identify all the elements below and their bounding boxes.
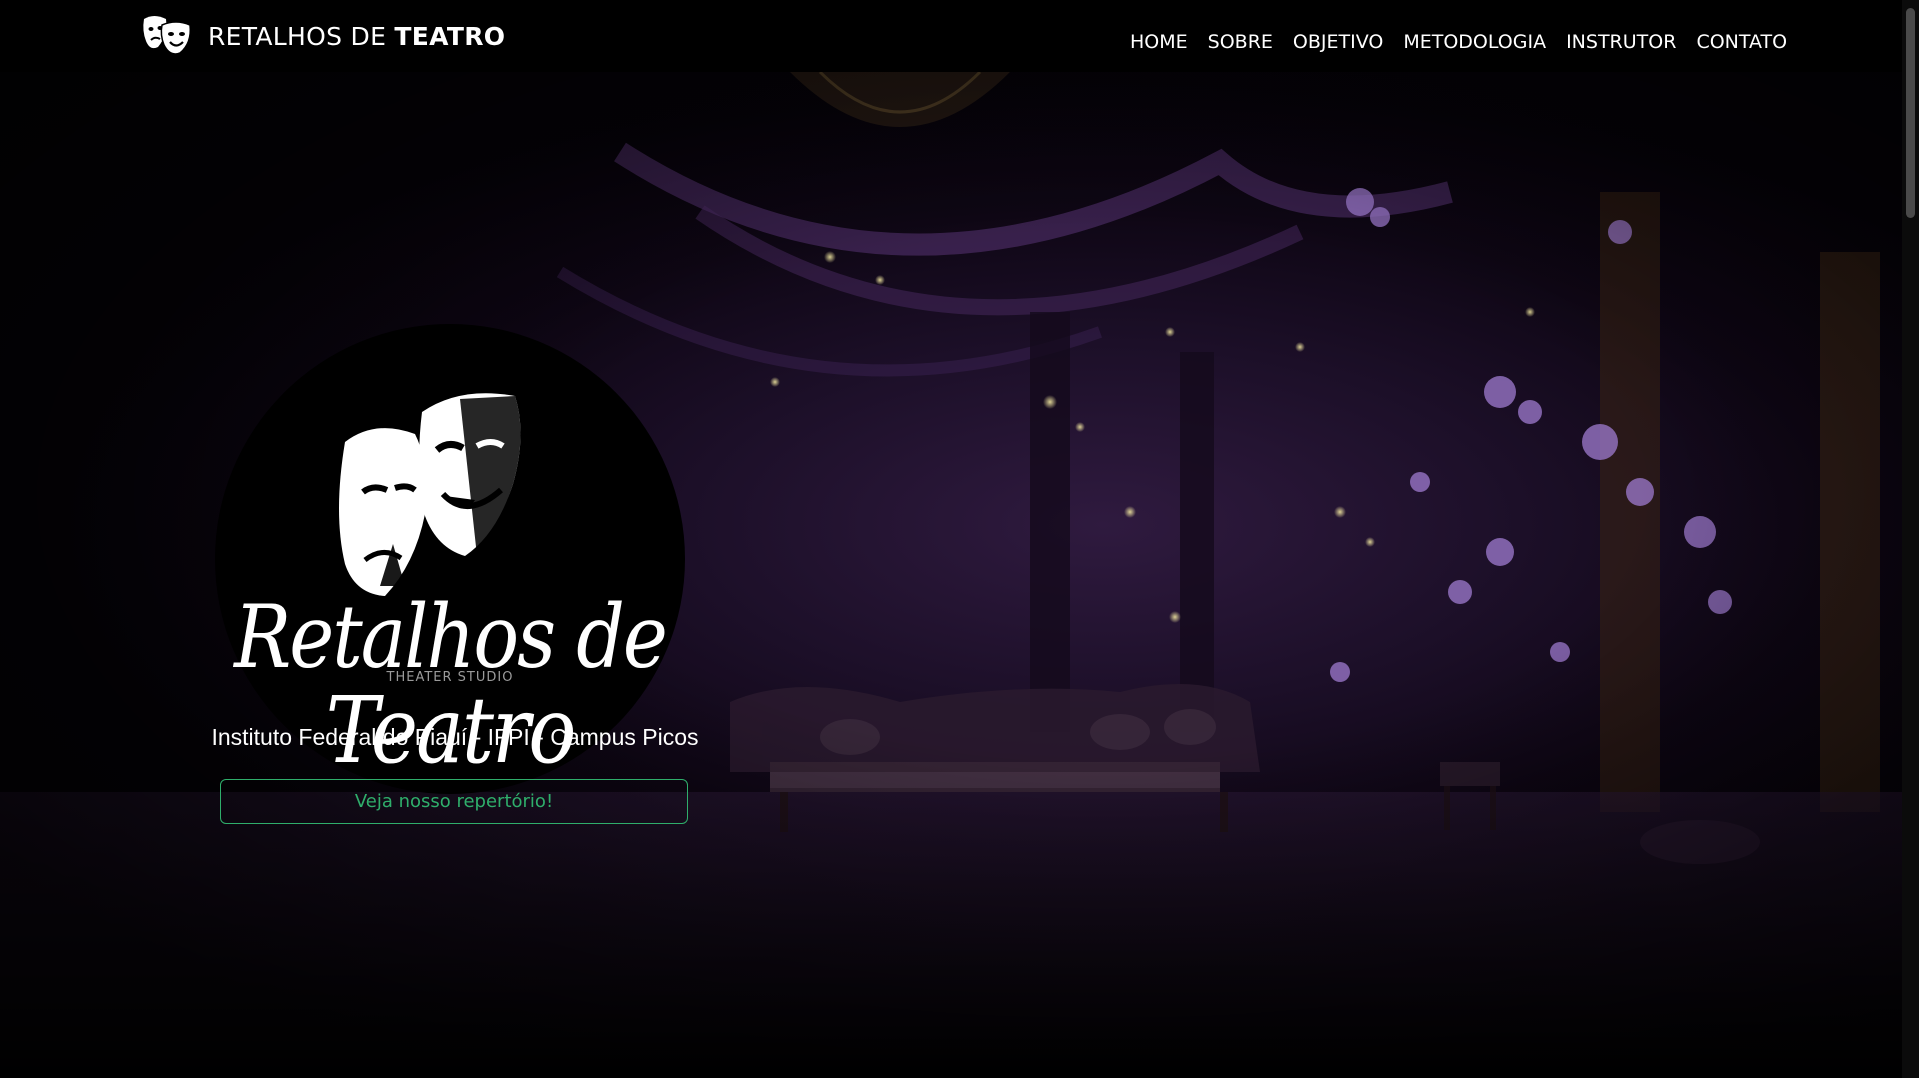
brand-name: RETALHOS DE TEATRO xyxy=(208,21,506,51)
nav-instrutor[interactable]: INSTRUTOR xyxy=(1556,28,1686,56)
nav-metodologia[interactable]: METODOLOGIA xyxy=(1393,28,1556,56)
nav-home[interactable]: HOME xyxy=(1120,28,1198,56)
nav-contato[interactable]: CONTATO xyxy=(1686,28,1797,56)
nav-sobre[interactable]: SOBRE xyxy=(1198,28,1283,56)
campus-text: Instituto Federal do Piauí - IFPI - Camp… xyxy=(211,724,699,750)
navbar: RETALHOS DE TEATRO HOME SOBRE OBJETIVO M… xyxy=(0,0,1902,72)
hero-section: Retalhos de THEATER STUDIO Teatro Instit… xyxy=(0,72,1902,1078)
nav-objetivo[interactable]: OBJETIVO xyxy=(1283,28,1393,56)
main-nav: HOME SOBRE OBJETIVO METODOLOGIA INSTRUTO… xyxy=(1120,28,1797,56)
page-scrollbar[interactable] xyxy=(1902,0,1919,1078)
brand-link[interactable]: RETALHOS DE TEATRO xyxy=(140,12,505,60)
scroll-thumb[interactable] xyxy=(1906,8,1915,218)
theater-masks-icon xyxy=(143,16,192,55)
repertoire-button[interactable]: Veja nosso repertório! xyxy=(220,779,688,824)
